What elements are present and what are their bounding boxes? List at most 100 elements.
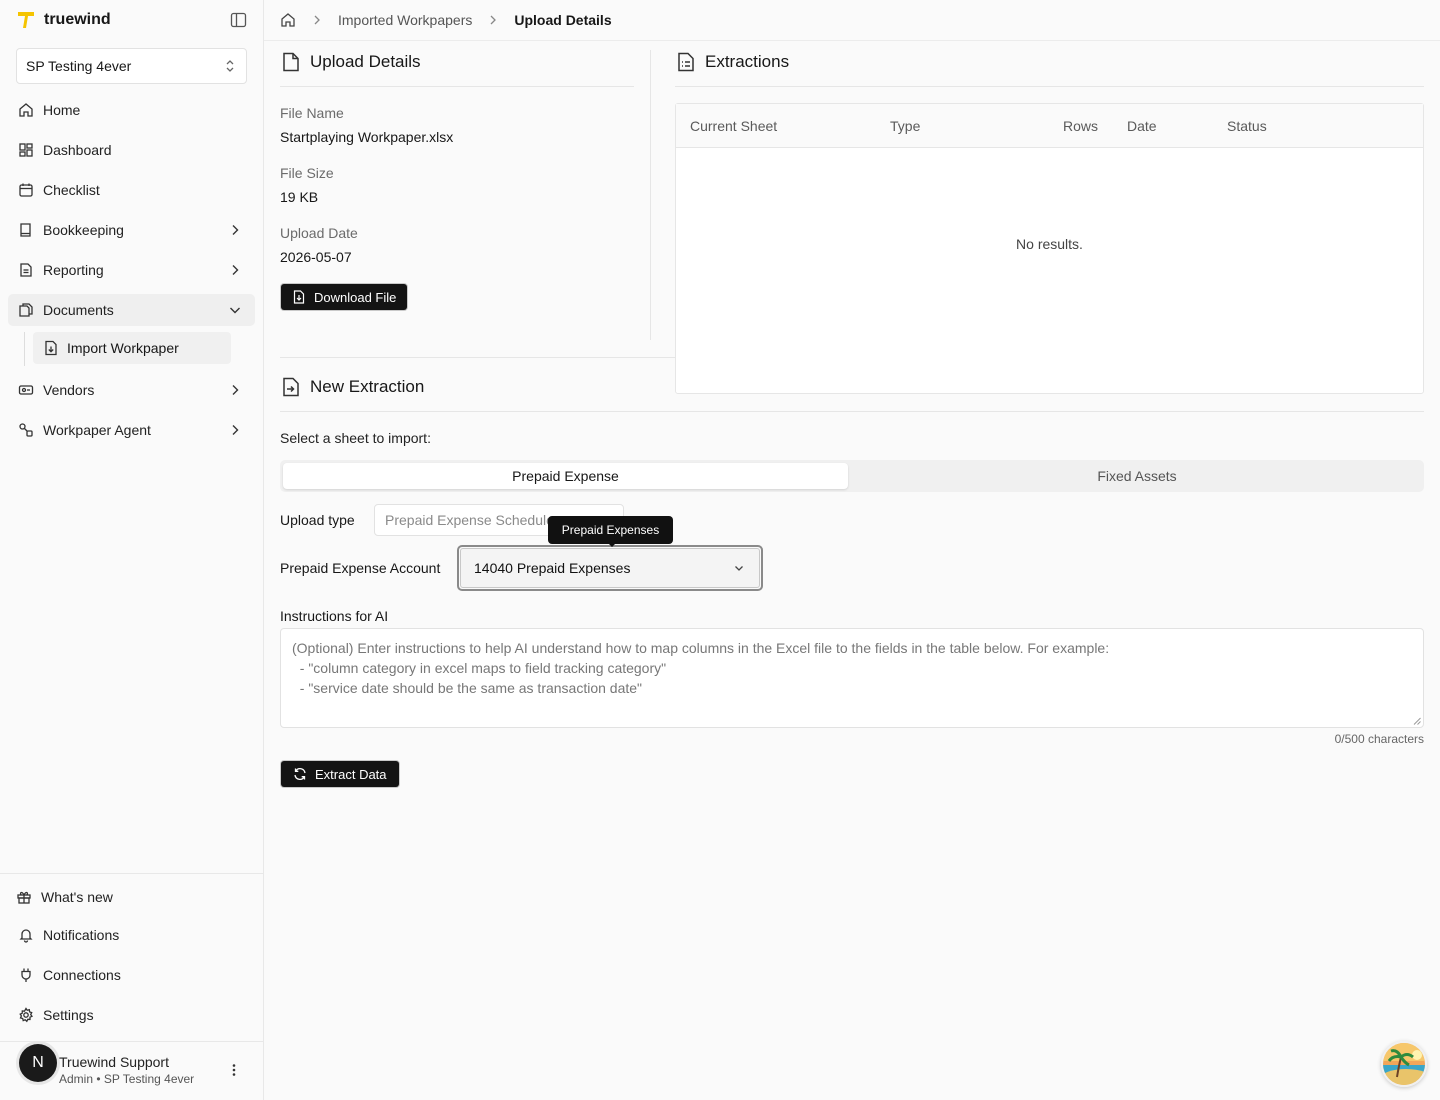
- user-role: Admin • SP Testing 4ever: [59, 1072, 195, 1086]
- column-header-status[interactable]: Status: [1227, 118, 1267, 134]
- file-list-icon: [677, 52, 695, 72]
- sidebar-item-dashboard[interactable]: Dashboard: [8, 134, 255, 166]
- sidebar-item-label: What's new: [41, 889, 113, 905]
- gift-icon: [16, 889, 32, 905]
- extractions-heading: Extractions: [677, 52, 789, 72]
- sidebar-item-documents[interactable]: Documents: [8, 294, 255, 326]
- home-icon: [18, 102, 34, 118]
- table-header: Current Sheet Type Rows Date Status: [676, 104, 1423, 148]
- chevrons-up-down-icon: [224, 59, 236, 73]
- organization-select[interactable]: SP Testing 4ever: [16, 48, 247, 84]
- sidebar-item-bookkeeping[interactable]: Bookkeeping: [8, 214, 255, 246]
- sheet-tabs: Prepaid Expense Fixed Assets: [280, 460, 1424, 492]
- extractions-table: Current Sheet Type Rows Date Status No r…: [675, 103, 1424, 394]
- report-icon: [18, 262, 34, 278]
- instructions-textarea[interactable]: (Optional) Enter instructions to help AI…: [280, 628, 1424, 728]
- truewind-logo-icon: [16, 10, 36, 30]
- file-size-value: 19 KB: [280, 189, 319, 205]
- chevron-right-icon: [227, 262, 243, 278]
- header-divider: [264, 40, 1440, 41]
- sidebar-item-label: Documents: [43, 302, 114, 318]
- beach-avatar-icon: [1383, 1043, 1425, 1085]
- gear-icon: [18, 1007, 34, 1023]
- prepaid-account-select-inner: 14040 Prepaid Expenses: [460, 548, 760, 588]
- chevron-right-icon: [227, 222, 243, 238]
- empty-state-message: No results.: [1016, 236, 1083, 252]
- download-file-button[interactable]: Download File: [281, 284, 408, 310]
- more-vertical-icon[interactable]: [226, 1062, 242, 1078]
- file-icon: [282, 52, 300, 72]
- bell-icon: [18, 927, 34, 943]
- organization-select-value: SP Testing 4ever: [26, 58, 132, 74]
- file-import-icon: [43, 340, 59, 356]
- sidebar-toggle-icon[interactable]: [230, 12, 247, 28]
- breadcrumb: Imported Workpapers Upload Details: [280, 10, 612, 30]
- divider: [675, 86, 1424, 87]
- column-header-current-sheet[interactable]: Current Sheet: [690, 118, 777, 134]
- sidebar-item-label: Workpaper Agent: [43, 422, 151, 438]
- avatar[interactable]: N: [19, 1044, 57, 1082]
- upload-details-heading: Upload Details: [282, 52, 421, 72]
- agent-icon: [18, 422, 34, 438]
- brand-name: truewind: [44, 11, 111, 28]
- tab-fixed-assets[interactable]: Fixed Assets: [852, 463, 1422, 489]
- section-title: Extractions: [705, 52, 790, 71]
- sidebar-item-vendors[interactable]: Vendors: [8, 374, 255, 406]
- button-label: Download File: [314, 289, 397, 305]
- sidebar-divider: [0, 1041, 263, 1042]
- upload-date-label: Upload Date: [280, 225, 358, 241]
- chevron-right-icon: [486, 13, 500, 27]
- brand[interactable]: truewind: [16, 8, 111, 32]
- sidebar-item-label: Connections: [43, 967, 121, 983]
- support-chat-button[interactable]: [1381, 1041, 1427, 1087]
- tab-prepaid-expense[interactable]: Prepaid Expense: [283, 463, 848, 489]
- sidebar-item-label: Notifications: [43, 927, 120, 943]
- file-size-label: File Size: [280, 165, 334, 181]
- sidebar-item-reporting[interactable]: Reporting: [8, 254, 255, 286]
- sidebar-item-notifications[interactable]: Notifications: [8, 919, 255, 951]
- tooltip: Prepaid Expenses: [548, 516, 673, 544]
- upload-type-label: Upload type: [280, 512, 355, 528]
- sidebar-item-home[interactable]: Home: [8, 94, 255, 126]
- file-name-value: Startplaying Workpaper.xlsx: [280, 129, 454, 145]
- submenu-guide: [24, 332, 25, 366]
- new-extraction-heading: New Extraction: [282, 377, 424, 397]
- sidebar-item-label: Dashboard: [43, 142, 112, 158]
- sidebar-item-settings[interactable]: Settings: [8, 999, 255, 1031]
- documents-icon: [18, 302, 34, 318]
- section-title: Upload Details: [310, 52, 421, 71]
- column-header-type[interactable]: Type: [890, 118, 920, 134]
- sidebar-item-label: Bookkeeping: [43, 222, 124, 238]
- refresh-icon: [293, 767, 307, 781]
- divider: [280, 86, 634, 87]
- prepaid-account-select-value: 14040 Prepaid Expenses: [474, 560, 631, 576]
- sidebar-item-label: Settings: [43, 1007, 94, 1023]
- plug-icon: [18, 967, 34, 983]
- file-name-label: File Name: [280, 105, 344, 121]
- chevron-right-icon: [227, 382, 243, 398]
- prepaid-account-select[interactable]: 14040 Prepaid Expenses: [457, 545, 763, 591]
- sidebar-item-label: Vendors: [43, 382, 95, 398]
- column-header-rows[interactable]: Rows: [1063, 118, 1098, 134]
- sidebar-item-connections[interactable]: Connections: [8, 959, 255, 991]
- sidebar-item-whats-new[interactable]: What's new: [8, 881, 255, 913]
- column-header-date[interactable]: Date: [1127, 118, 1157, 134]
- resize-handle-icon[interactable]: [1413, 717, 1421, 725]
- book-icon: [18, 222, 34, 238]
- tooltip-arrow: [607, 542, 617, 547]
- home-icon[interactable]: [280, 12, 296, 28]
- divider: [280, 357, 675, 358]
- sidebar-item-label: Reporting: [43, 262, 104, 278]
- sidebar-item-workpaper-agent[interactable]: Workpaper Agent: [8, 414, 255, 446]
- upload-date-value: 2026-05-07: [280, 249, 352, 265]
- dashboard-icon: [18, 142, 34, 158]
- vendor-card-icon: [18, 382, 34, 398]
- column-divider: [650, 50, 651, 340]
- breadcrumb-link-imported-workpapers[interactable]: Imported Workpapers: [338, 12, 472, 28]
- sidebar-item-label: Import Workpaper: [67, 340, 179, 356]
- character-count: 0/500 characters: [1334, 732, 1424, 746]
- sidebar-item-checklist[interactable]: Checklist: [8, 174, 255, 206]
- extract-data-button[interactable]: Extract Data: [281, 761, 399, 787]
- sidebar-item-import-workpaper[interactable]: Import Workpaper: [33, 332, 231, 364]
- divider: [280, 411, 1424, 412]
